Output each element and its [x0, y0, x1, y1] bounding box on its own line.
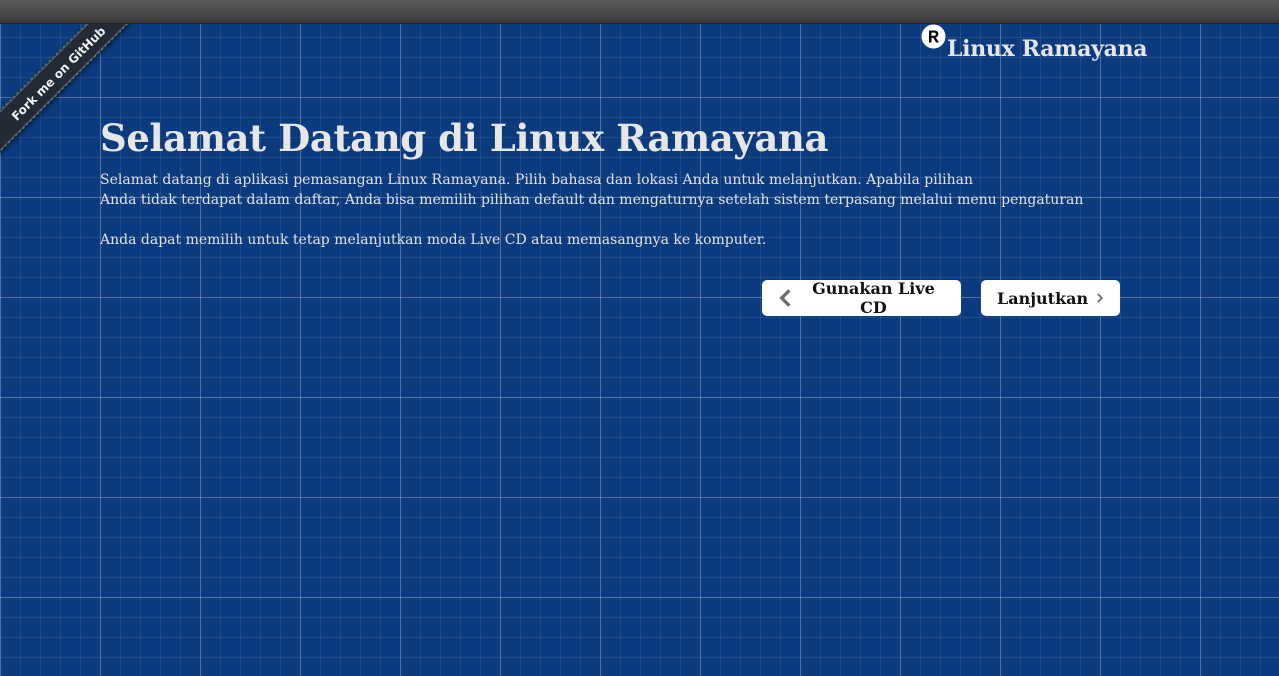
action-buttons: Gunakan Live CD Lanjutkan [762, 279, 1120, 317]
description-live-cd-note: Anda dapat memilih untuk tetap melanjutk… [100, 232, 767, 248]
chevron-right-icon [1097, 293, 1104, 303]
brand: Linux Ramayana [921, 24, 1148, 62]
continue-label: Lanjutkan [997, 288, 1089, 308]
description-line-2: Anda tidak terdapat dalam daftar, Anda b… [100, 192, 1084, 208]
continue-button[interactable]: Lanjutkan [981, 280, 1120, 316]
description-line-1: Selamat datang di aplikasi pemasangan Li… [100, 172, 974, 188]
welcome-description: Selamat datang di aplikasi pemasangan Li… [100, 170, 1120, 250]
use-live-cd-button[interactable]: Gunakan Live CD [762, 279, 961, 317]
top-bar [0, 0, 1279, 24]
registered-r-icon [921, 24, 946, 49]
welcome-panel: Selamat Datang di Linux Ramayana Selamat… [100, 114, 1120, 250]
page-title: Selamat Datang di Linux Ramayana [100, 116, 829, 160]
use-live-cd-label: Gunakan Live CD [812, 279, 935, 317]
brand-name: Linux Ramayana [947, 36, 1148, 62]
chevron-left-icon [779, 289, 791, 307]
